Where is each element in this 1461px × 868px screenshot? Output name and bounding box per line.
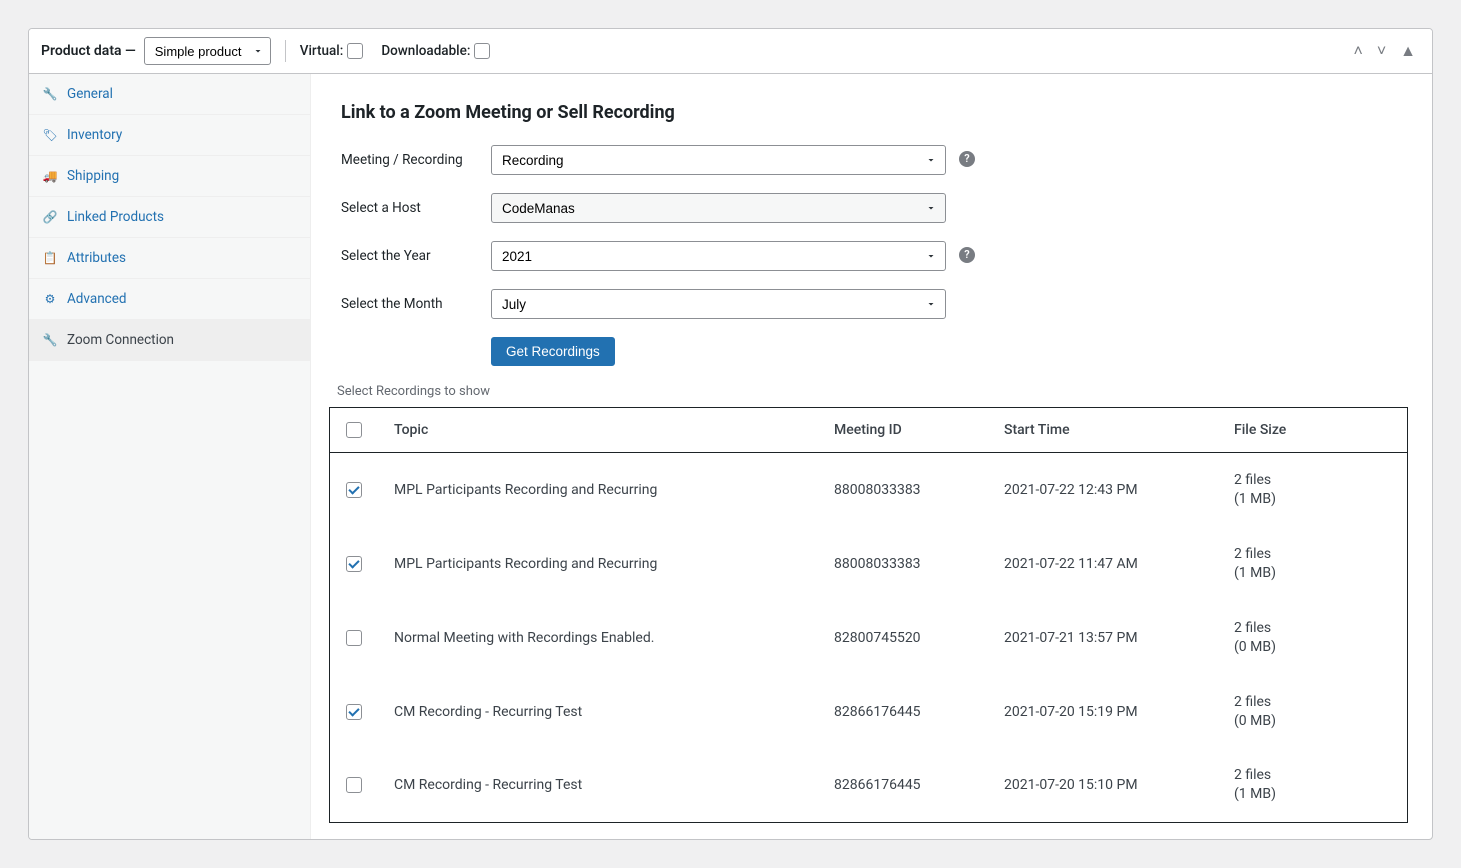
col-file-size: File Size (1218, 408, 1408, 453)
month-label: Select the Month (341, 296, 491, 312)
wrench-icon: 🔧 (43, 333, 57, 347)
cell-start-time: 2021-07-20 15:10 PM (988, 748, 1218, 822)
virtual-label: Virtual: (300, 43, 344, 59)
col-topic: Topic (378, 408, 818, 453)
tab-attributes[interactable]: 📋 Attributes (29, 238, 310, 279)
cell-meeting-id: 82800745520 (818, 601, 988, 675)
row-select-year: Select the Year 2021 ? (329, 241, 1414, 271)
tab-label: Zoom Connection (67, 332, 174, 348)
get-recordings-button[interactable]: Get Recordings (491, 337, 615, 366)
row-select-host: Select a Host CodeManas (329, 193, 1414, 223)
product-data-tabs: 🔧 General 🏷 Inventory 🚚 Shipping 🔗 Linke… (29, 74, 311, 839)
cell-file-size: 2 files (1 MB) (1218, 748, 1408, 822)
cell-file-size: 2 files (0 MB) (1218, 675, 1408, 749)
tag-icon: 🏷 (43, 128, 57, 142)
row-meeting-recording: Meeting / Recording Recording ? (329, 145, 1414, 175)
meeting-recording-label: Meeting / Recording (341, 152, 491, 168)
year-label: Select the Year (341, 248, 491, 264)
tab-label: Linked Products (67, 209, 164, 225)
table-row: MPL Participants Recording and Recurring… (330, 527, 1408, 601)
cell-topic: CM Recording - Recurring Test (378, 748, 818, 822)
cell-start-time: 2021-07-20 15:19 PM (988, 675, 1218, 749)
table-row: MPL Participants Recording and Recurring… (330, 453, 1408, 527)
panel-header: Product data — Simple product Virtual: D… (29, 29, 1432, 74)
tab-zoom-connection[interactable]: 🔧 Zoom Connection (29, 320, 310, 361)
header-toggle-icons: ˄ ˅ ▲ (1349, 39, 1420, 63)
cell-meeting-id: 88008033383 (818, 453, 988, 527)
tab-advanced[interactable]: ⚙ Advanced (29, 279, 310, 320)
row-checkbox[interactable] (346, 777, 362, 793)
tab-label: Inventory (67, 127, 122, 143)
select-all-checkbox[interactable] (346, 422, 362, 438)
cell-topic: MPL Participants Recording and Recurring (378, 527, 818, 601)
tab-linked-products[interactable]: 🔗 Linked Products (29, 197, 310, 238)
tab-label: Shipping (67, 168, 119, 184)
table-row: CM Recording - Recurring Test 8286617644… (330, 748, 1408, 822)
year-select[interactable]: 2021 (491, 241, 946, 271)
col-start-time: Start Time (988, 408, 1218, 453)
panel-title: Product data — (41, 43, 136, 59)
row-checkbox[interactable] (346, 482, 362, 498)
cell-file-size: 2 files (1 MB) (1218, 527, 1408, 601)
month-select[interactable]: July (491, 289, 946, 319)
cell-meeting-id: 82866176445 (818, 675, 988, 749)
recordings-table-heading: Select Recordings to show (337, 384, 1414, 399)
gear-icon: ⚙ (43, 292, 57, 306)
cell-start-time: 2021-07-22 12:43 PM (988, 453, 1218, 527)
cell-file-size: 2 files (1 MB) (1218, 453, 1408, 527)
cell-meeting-id: 88008033383 (818, 527, 988, 601)
recordings-table: Topic Meeting ID Start Time File Size MP… (329, 407, 1408, 823)
link-icon: 🔗 (43, 210, 57, 224)
cell-topic: MPL Participants Recording and Recurring (378, 453, 818, 527)
table-row: CM Recording - Recurring Test 8286617644… (330, 675, 1408, 749)
tab-label: Attributes (67, 250, 126, 266)
cell-topic: Normal Meeting with Recordings Enabled. (378, 601, 818, 675)
help-icon[interactable]: ? (959, 247, 975, 263)
downloadable-label: Downloadable: (381, 43, 470, 59)
collapse-icon[interactable]: ▲ (1396, 39, 1420, 63)
tab-label: Advanced (67, 291, 127, 307)
tab-label: General (67, 86, 113, 102)
table-row: Normal Meeting with Recordings Enabled. … (330, 601, 1408, 675)
tab-inventory[interactable]: 🏷 Inventory (29, 115, 310, 156)
cell-topic: CM Recording - Recurring Test (378, 675, 818, 749)
row-select-month: Select the Month July (329, 289, 1414, 319)
move-down-icon[interactable]: ˅ (1373, 39, 1390, 63)
tab-content: Link to a Zoom Meeting or Sell Recording… (311, 74, 1432, 839)
virtual-checkbox[interactable] (347, 43, 363, 59)
downloadable-toggle-group: Downloadable: (381, 43, 490, 59)
tab-general[interactable]: 🔧 General (29, 74, 310, 115)
truck-icon: 🚚 (43, 169, 57, 183)
wrench-icon: 🔧 (43, 87, 57, 101)
list-icon: 📋 (43, 251, 57, 265)
cell-file-size: 2 files (0 MB) (1218, 601, 1408, 675)
host-label: Select a Host (341, 200, 491, 216)
product-data-panel: Product data — Simple product Virtual: D… (28, 28, 1433, 840)
separator (285, 40, 286, 62)
row-get-recordings: Get Recordings (329, 337, 1414, 366)
tab-shipping[interactable]: 🚚 Shipping (29, 156, 310, 197)
row-checkbox[interactable] (346, 704, 362, 720)
content-heading: Link to a Zoom Meeting or Sell Recording (341, 102, 1414, 123)
move-up-icon[interactable]: ˄ (1349, 39, 1366, 63)
recordings-table-body: MPL Participants Recording and Recurring… (330, 453, 1408, 823)
cell-start-time: 2021-07-22 11:47 AM (988, 527, 1218, 601)
panel-body: 🔧 General 🏷 Inventory 🚚 Shipping 🔗 Linke… (29, 74, 1432, 839)
cell-meeting-id: 82866176445 (818, 748, 988, 822)
cell-start-time: 2021-07-21 13:57 PM (988, 601, 1218, 675)
col-meeting-id: Meeting ID (818, 408, 988, 453)
product-type-select[interactable]: Simple product (144, 37, 271, 65)
help-icon[interactable]: ? (959, 151, 975, 167)
row-checkbox[interactable] (346, 556, 362, 572)
meeting-recording-select[interactable]: Recording (491, 145, 946, 175)
host-select[interactable]: CodeManas (491, 193, 946, 223)
virtual-toggle-group: Virtual: (300, 43, 364, 59)
downloadable-checkbox[interactable] (474, 43, 490, 59)
row-checkbox[interactable] (346, 630, 362, 646)
